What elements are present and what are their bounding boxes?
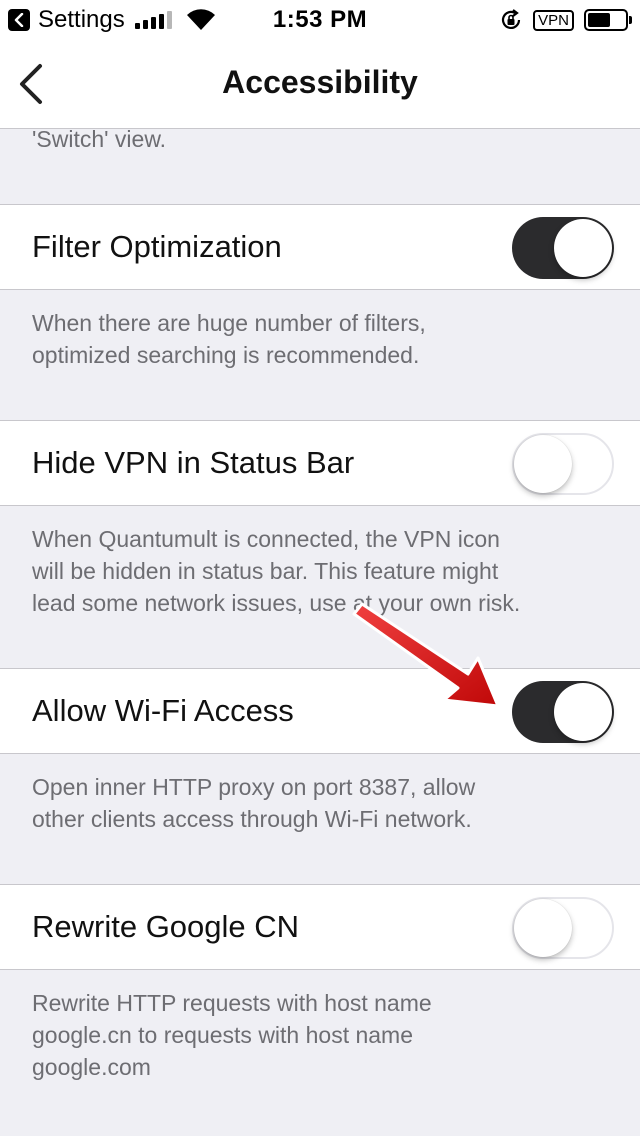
setting-row-filter-optimization: Filter Optimization <box>0 204 640 290</box>
description-line: optimized searching is recommended. <box>32 342 420 368</box>
rotation-lock-icon <box>502 9 521 29</box>
status-right: VPN <box>499 8 632 32</box>
setting-description-allow-wifi-access: Open inner HTTP proxy on port 8387, allo… <box>0 771 640 835</box>
vpn-badge: VPN <box>533 9 574 31</box>
setting-row-hide-vpn: Hide VPN in Status Bar <box>0 420 640 506</box>
section-footer-top: 'Switch' view. <box>32 126 167 152</box>
hide-vpn-toggle[interactable] <box>512 433 614 495</box>
battery-icon <box>584 9 632 31</box>
description-line: will be hidden in status bar. This featu… <box>32 558 499 584</box>
setting-label: Allow Wi-Fi Access <box>32 693 294 728</box>
setting-row-rewrite-google-cn: Rewrite Google CN <box>0 884 640 970</box>
filter-optimization-toggle[interactable] <box>512 217 614 279</box>
setting-label: Rewrite Google CN <box>32 909 300 944</box>
page-title: Accessibility <box>222 64 418 100</box>
setting-description-filter-optimization: When there are huge number of filters, o… <box>0 307 640 371</box>
description-line: google.com <box>32 1054 151 1080</box>
status-bar: Settings 1:53 PM VPN <box>0 0 640 40</box>
setting-label: Hide VPN in Status Bar <box>32 445 355 480</box>
navigation-bar: Accessibility <box>0 40 640 129</box>
description-line: Rewrite HTTP requests with host name <box>32 990 432 1016</box>
setting-description-rewrite-google-cn: Rewrite HTTP requests with host name goo… <box>0 987 640 1083</box>
setting-row-allow-wifi-access: Allow Wi-Fi Access <box>0 668 640 754</box>
setting-description-hide-vpn: When Quantumult is connected, the VPN ic… <box>0 523 640 619</box>
description-line: other clients access through Wi-Fi netwo… <box>32 806 472 832</box>
setting-label: Filter Optimization <box>32 229 282 264</box>
description-line: When Quantumult is connected, the VPN ic… <box>32 526 500 552</box>
description-line: Open inner HTTP proxy on port 8387, allo… <box>32 774 476 800</box>
screen: Settings 1:53 PM VPN Accessibility 'Swit… <box>0 0 640 1136</box>
description-line: google.cn to requests with host name <box>32 1022 414 1048</box>
description-line: When there are huge number of filters, <box>32 310 426 336</box>
rewrite-google-cn-toggle[interactable] <box>512 897 614 959</box>
description-line: lead some network issues, use at your ow… <box>32 590 521 616</box>
allow-wifi-access-toggle[interactable] <box>512 681 614 743</box>
